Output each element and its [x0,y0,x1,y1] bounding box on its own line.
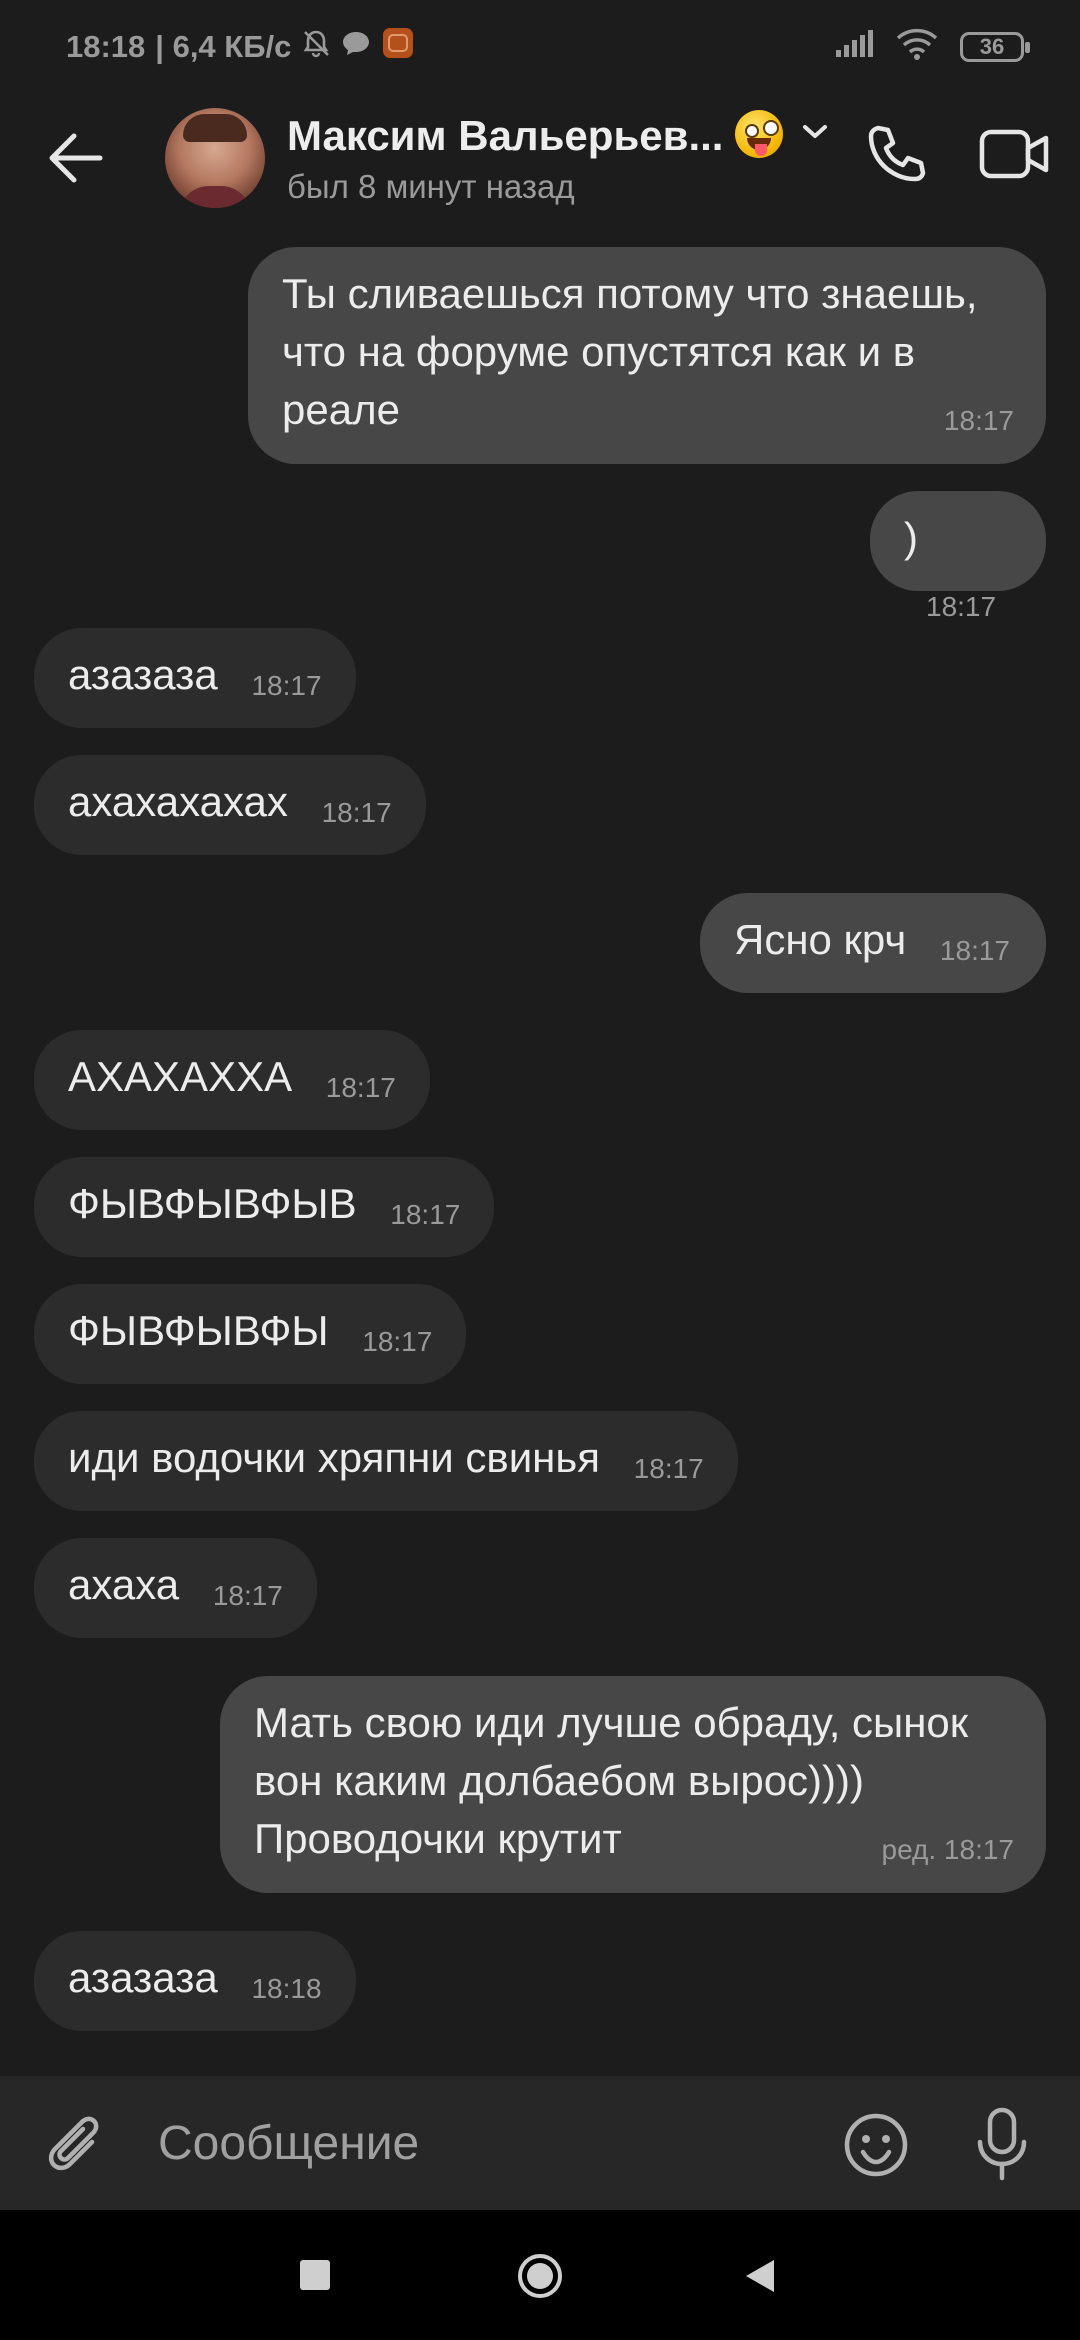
message-bubble-incoming[interactable]: иди водочки хряпни свинья 18:17 [34,1411,738,1511]
message-bubble-incoming[interactable]: азазаза 18:17 [34,628,356,728]
message-time: 18:17 [212,1580,283,1611]
message-text: Мать свою иди лучше обраду, сынок вон ка… [254,1699,969,1862]
message-bubble-incoming[interactable]: ахахахахах 18:17 [34,755,426,855]
signal-icon [834,30,874,63]
recent-apps-button[interactable] [300,2260,330,2290]
wifi-icon [896,28,938,65]
contact-name[interactable]: Максим Вальерьев... [287,112,723,160]
chat-header: Максим Вальерьев... был 8 минут назад [0,96,1080,222]
status-bar: 18:18 | 6,4 КБ/с 36 [0,0,1080,96]
message-time: 18:17 [926,591,997,622]
clock: 18:18 [66,29,146,64]
message-time: 18:17 [943,405,1014,436]
message-time: 18:17 [939,935,1010,966]
smiley-icon[interactable] [843,2112,909,2178]
message-text: азазаза [68,1954,218,2001]
message-time: 18:18 [251,1973,322,2004]
message-text: Ты сливаешься потому что знаешь, что на … [282,270,978,433]
silent-bell-icon [301,28,331,66]
chat-bubble-icon [341,29,371,65]
message-time: ред. 18:17 [881,1834,1015,1865]
message-composer: Сообщение [0,2076,1080,2210]
message-text: ахаха [68,1561,180,1608]
message-bubble-incoming[interactable]: ФЫВФЫВФЫ 18:17 [34,1284,467,1384]
message-text: ) [904,514,918,561]
last-seen-status: был 8 минут назад [287,168,575,205]
battery-icon: 36 [960,31,1030,62]
message-bubble-outgoing[interactable]: Ты сливаешься потому что знаешь, что на … [248,247,1046,464]
message-time: 18:17 [251,670,322,701]
message-text: Ясно крч [734,916,907,963]
system-navigation-bar [0,2210,1080,2340]
message-text: АХАХАХХА [68,1053,293,1100]
zany-face-emoji-icon [735,110,783,158]
message-text: иди водочки хряпни свинья [68,1434,600,1481]
app-notification-icon [381,26,415,68]
message-bubble-incoming[interactable]: ФЫВФЫВФЫВ 18:17 [34,1157,495,1257]
status-bar-left: 18:18 | 6,4 КБ/с [66,26,415,68]
home-button[interactable] [516,2252,564,2300]
message-input[interactable]: Сообщение [158,2116,419,2171]
message-time: 18:17 [633,1453,704,1484]
message-bubble-incoming[interactable]: азазаза 18:18 [34,1931,356,2031]
message-time: 18:17 [321,797,392,828]
system-back-button[interactable] [742,2256,778,2296]
message-bubble-outgoing[interactable]: Мать свою иди лучше обраду, сынок вон ка… [220,1676,1046,1893]
back-arrow-icon[interactable] [40,122,112,194]
message-text: ФЫВФЫВФЫ [68,1307,329,1354]
video-camera-icon[interactable] [978,124,1052,184]
message-text: ахахахахах [68,778,288,825]
status-bar-right: 36 [834,28,1030,65]
microphone-icon[interactable] [970,2106,1034,2184]
phone-icon[interactable] [860,118,932,190]
message-time: 18:17 [362,1326,433,1357]
message-time: 18:17 [390,1199,461,1230]
message-bubble-outgoing[interactable]: ) 18:17 [870,491,1046,622]
avatar[interactable] [165,108,265,208]
message-text: азазаза [68,651,218,698]
network-speed: | 6,4 КБ/с [155,29,292,64]
message-bubble-incoming[interactable]: ахаха 18:17 [34,1538,317,1638]
message-bubble-outgoing[interactable]: Ясно крч 18:17 [700,893,1046,993]
message-time: 18:17 [325,1072,396,1103]
chevron-down-icon[interactable] [800,122,830,142]
paperclip-icon[interactable] [46,2112,110,2184]
message-text: ФЫВФЫВФЫВ [68,1180,357,1227]
message-bubble-incoming[interactable]: АХАХАХХА 18:17 [34,1030,430,1130]
